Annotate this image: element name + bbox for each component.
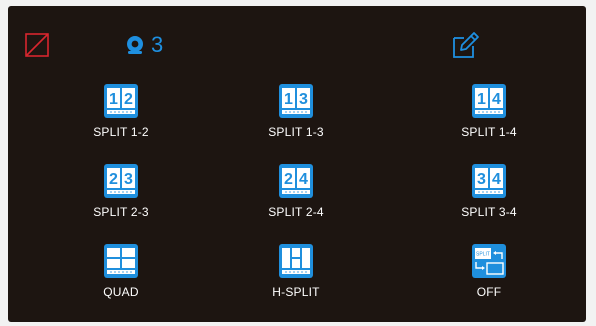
edit-icon[interactable] <box>450 30 480 60</box>
split-2-3-icon: 2 3 <box>104 164 138 198</box>
quad-label: QUAD <box>103 285 139 299</box>
status-bar: 3 <box>8 6 586 86</box>
split-digit-b: 4 <box>492 171 501 188</box>
split-label: SPLIT 2-3 <box>93 205 149 219</box>
split-label: SPLIT 1-2 <box>93 125 149 139</box>
split-label: SPLIT 1-3 <box>268 125 324 139</box>
split-1-4-icon: 1 4 <box>472 84 506 118</box>
split-1-2-icon: 1 2 <box>104 84 138 118</box>
split-digit-a: 2 <box>109 171 118 188</box>
split-digit-a: 1 <box>109 91 118 108</box>
no-signal-icon <box>25 33 49 57</box>
quad-icon <box>104 244 138 278</box>
h-split-label: H-SPLIT <box>272 285 320 299</box>
split-digit-b: 4 <box>299 171 308 188</box>
split-2-4-icon: 2 4 <box>279 164 313 198</box>
off-label: OFF <box>476 285 502 299</box>
camera-indicator: 3 <box>125 34 163 56</box>
split-1-3-button[interactable]: 1 3 SPLIT 1-3 <box>236 84 356 139</box>
split-icon-text: SPLIT <box>476 252 490 258</box>
split-1-4-button[interactable]: 1 4 SPLIT 1-4 <box>429 84 549 139</box>
display-screen: 3 1 2 SPLIT 1-2 1 3 SPLIT 1-3 1 4 SPLIT … <box>8 6 586 322</box>
split-1-2-button[interactable]: 1 2 SPLIT 1-2 <box>61 84 181 139</box>
camera-icon <box>127 36 143 54</box>
split-2-4-button[interactable]: 2 4 SPLIT 2-4 <box>236 164 356 219</box>
split-label: SPLIT 1-4 <box>461 125 517 139</box>
h-split-button[interactable]: H-SPLIT <box>236 244 356 299</box>
split-3-4-icon: 3 4 <box>472 164 506 198</box>
split-label: SPLIT 3-4 <box>461 205 517 219</box>
split-1-3-icon: 1 3 <box>279 84 313 118</box>
split-digit-a: 2 <box>284 171 293 188</box>
split-2-3-button[interactable]: 2 3 SPLIT 2-3 <box>61 164 181 219</box>
split-label: SPLIT 2-4 <box>268 205 324 219</box>
split-3-4-button[interactable]: 3 4 SPLIT 3-4 <box>429 164 549 219</box>
camera-count: 3 <box>151 32 164 57</box>
split-digit-b: 3 <box>124 171 133 188</box>
split-digit-b: 2 <box>124 91 133 108</box>
split-off-button[interactable]: SPLIT OFF <box>429 244 549 299</box>
split-digit-b: 3 <box>299 91 308 108</box>
split-off-icon: SPLIT <box>472 244 506 278</box>
split-digit-b: 4 <box>492 91 501 108</box>
split-digit-a: 1 <box>284 91 293 108</box>
split-digit-a: 3 <box>477 171 486 188</box>
split-digit-a: 1 <box>477 91 486 108</box>
h-split-icon <box>279 244 313 278</box>
quad-button[interactable]: QUAD <box>61 244 181 299</box>
